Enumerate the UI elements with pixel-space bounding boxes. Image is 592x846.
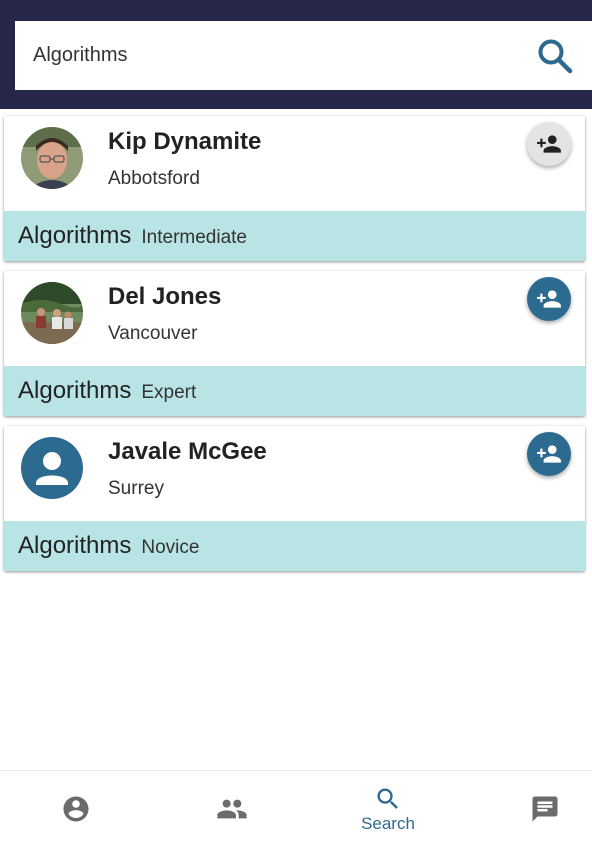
user-name: Kip Dynamite xyxy=(108,128,262,155)
skill-band: Algorithms Expert xyxy=(4,366,585,416)
card-header: Del Jones Vancouver xyxy=(4,271,585,366)
skill-band: Algorithms Novice xyxy=(4,521,585,571)
result-card[interactable]: Kip Dynamite Abbotsford Algorithms Inter… xyxy=(4,116,585,261)
bottom-nav: Search xyxy=(0,770,592,846)
avatar xyxy=(21,127,83,189)
skill-level: Novice xyxy=(141,536,200,558)
chat-icon xyxy=(532,796,558,822)
user-name: Del Jones xyxy=(108,283,222,310)
result-card[interactable]: Javale McGee Surrey Algorithms Novice xyxy=(4,426,585,571)
user-city: Surrey xyxy=(108,478,164,499)
search-icon xyxy=(377,788,398,809)
skill-level: Expert xyxy=(141,381,197,403)
add-friend-button[interactable] xyxy=(527,277,571,321)
person-add-icon xyxy=(537,445,561,463)
skill-name: Algorithms xyxy=(18,532,132,559)
nav-label-search: Search xyxy=(361,813,415,833)
top-bar xyxy=(0,0,592,109)
search-icon[interactable] xyxy=(536,37,574,75)
card-header: Javale McGee Surrey xyxy=(4,426,585,521)
default-person-icon xyxy=(21,437,83,499)
skill-name: Algorithms xyxy=(18,222,132,249)
nav-item-search[interactable]: Search xyxy=(348,771,428,846)
add-friend-button[interactable] xyxy=(527,122,571,166)
user-name: Javale McGee xyxy=(108,438,267,465)
people-icon xyxy=(217,799,247,819)
user-city: Abbotsford xyxy=(108,168,200,189)
account-circle-icon xyxy=(63,796,89,822)
search-input[interactable] xyxy=(33,44,513,67)
add-friend-button[interactable] xyxy=(527,432,571,476)
result-card[interactable]: Del Jones Vancouver Algorithms Expert xyxy=(4,271,585,416)
skill-name: Algorithms xyxy=(18,377,132,404)
user-city: Vancouver xyxy=(108,323,198,344)
skill-band: Algorithms Intermediate xyxy=(4,211,585,261)
person-add-icon xyxy=(537,135,561,153)
skill-level: Intermediate xyxy=(141,226,247,248)
nav-item-messages[interactable] xyxy=(515,771,575,846)
card-header: Kip Dynamite Abbotsford xyxy=(4,116,585,211)
app-root: Kip Dynamite Abbotsford Algorithms Inter… xyxy=(0,0,592,846)
nav-item-friends[interactable] xyxy=(202,771,262,846)
search-bar xyxy=(15,21,592,90)
person-add-icon xyxy=(537,290,561,308)
avatar xyxy=(21,282,83,344)
nav-item-profile[interactable] xyxy=(46,771,106,846)
